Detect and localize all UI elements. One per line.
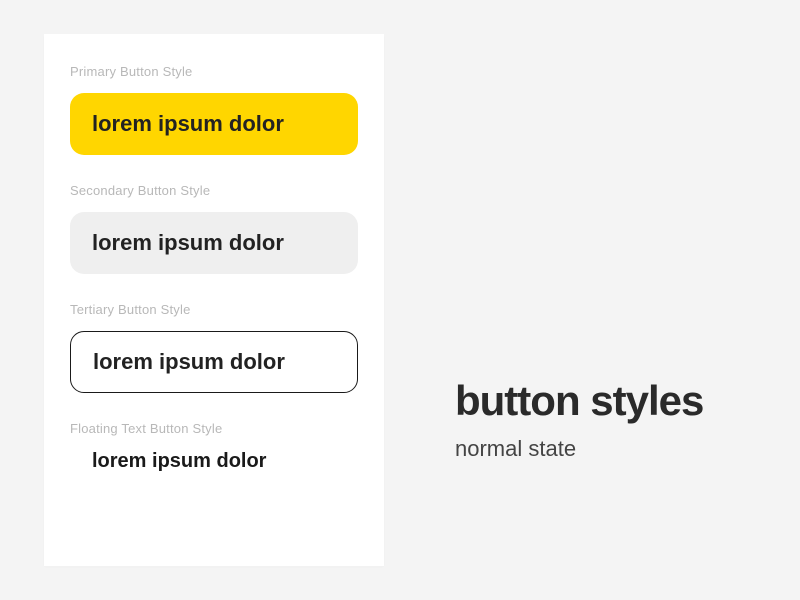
- tertiary-label: Tertiary Button Style: [70, 302, 358, 317]
- title-block: button styles normal state: [455, 380, 703, 462]
- page-title: button styles: [455, 380, 703, 422]
- floating-label: Floating Text Button Style: [70, 421, 358, 436]
- primary-button[interactable]: lorem ipsum dolor: [70, 93, 358, 155]
- floating-text-button[interactable]: lorem ipsum dolor: [70, 450, 358, 473]
- secondary-button[interactable]: lorem ipsum dolor: [70, 212, 358, 274]
- primary-section: Primary Button Style lorem ipsum dolor: [70, 64, 358, 155]
- floating-section: Floating Text Button Style lorem ipsum d…: [70, 421, 358, 473]
- tertiary-button[interactable]: lorem ipsum dolor: [70, 331, 358, 393]
- secondary-label: Secondary Button Style: [70, 183, 358, 198]
- secondary-section: Secondary Button Style lorem ipsum dolor: [70, 183, 358, 274]
- primary-label: Primary Button Style: [70, 64, 358, 79]
- page-subtitle: normal state: [455, 436, 703, 462]
- tertiary-section: Tertiary Button Style lorem ipsum dolor: [70, 302, 358, 393]
- button-styles-card: Primary Button Style lorem ipsum dolor S…: [44, 34, 384, 566]
